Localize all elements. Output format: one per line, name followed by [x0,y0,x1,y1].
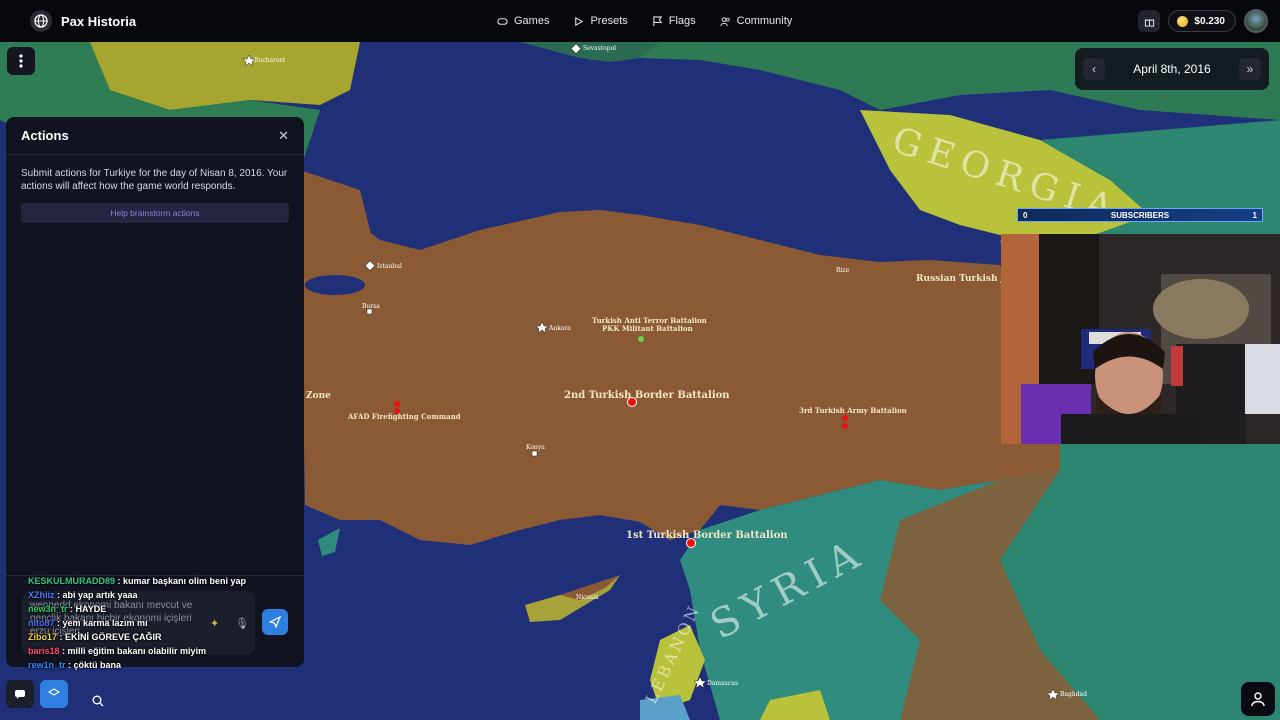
chat-message: baris18 : milli eğitim bakanı olabilir m… [28,646,207,656]
city-label: Konya [526,444,545,451]
search-button[interactable] [88,691,108,711]
city-label: Sevastopol [583,45,616,52]
stream-chat-overlay: KESKULMURADD89 : kumar başkanı olim beni… [28,574,268,672]
subscribers-label: SUBSCRIBERS [1110,210,1170,220]
city-label: Baghdad [1060,691,1087,698]
main-nav: Games Presets Flags Community [497,0,792,42]
kebab-menu-icon [19,54,23,68]
top-right-controls: $0.230 [1138,9,1268,33]
gift-icon [1144,19,1155,27]
globe-icon [30,10,52,32]
city-label: Nicosia [576,594,599,601]
chat-message: nito87 : yem karma lazım mı [28,618,148,628]
advance-time-button[interactable]: » [1238,58,1261,80]
player-button[interactable] [1241,682,1275,716]
unit-marker[interactable] [686,538,696,548]
city-label: Bursa [362,303,380,310]
search-icon [92,695,104,707]
layers-button[interactable] [40,680,68,708]
current-date: April 8th, 2016 [1133,62,1211,76]
nav-label: Presets [590,15,628,27]
unit-label[interactable]: 2nd Turkish Border Battalion [564,390,730,401]
chat-message: rew1n_tr : çöktü bana [28,660,122,670]
unit-label[interactable]: 3rd Turkish Army Battalion [799,406,907,415]
double-chevron-right-icon: » [1246,62,1254,76]
bottom-left-controls [6,680,68,708]
nav-label: Games [514,15,550,27]
subscribers-goal: 1 [1252,210,1257,220]
coin-icon [1177,15,1189,27]
unit-marker[interactable] [638,336,644,342]
unit-marker[interactable] [842,415,848,421]
top-bar: Pax Historia Games Presets Flags Communi… [0,0,1280,42]
panel-title: Actions [21,128,69,143]
city-label: Damascus [707,680,738,687]
nav-games[interactable]: Games [497,15,549,27]
person-icon [1251,692,1265,707]
subscribers-start: 0 [1023,210,1028,220]
city-label: Rize [836,267,850,274]
nav-flags[interactable]: Flags [652,15,696,27]
date-control: ‹ April 8th, 2016 » [1075,48,1269,90]
send-icon [269,616,281,628]
unit-label[interactable]: 1st Turkish Border Battalion [626,530,788,541]
nav-presets[interactable]: Presets [573,15,628,27]
game-screen: SYRIA GEORGIA LEBANON Bucharest Sevastop… [0,0,1280,720]
city-label: Ankara [548,325,571,332]
chat-message: new3n_tr : HAYDE [28,604,107,614]
chat-toggle-button[interactable] [6,680,34,708]
app-title: Pax Historia [61,13,137,29]
wallet-balance: $0.230 [1194,15,1225,27]
webcam-overlay [1001,234,1280,444]
unit-marker[interactable] [394,408,400,414]
layers-icon [48,688,60,696]
gift-button[interactable] [1138,10,1161,32]
nav-label: Flags [668,15,696,27]
panel-description: Submit actions for Turkiye for the day o… [21,168,288,192]
unit-marker[interactable] [394,401,400,407]
close-icon[interactable]: ✕ [278,128,289,144]
city-label: Istanbul [377,263,402,270]
app-logo[interactable]: Pax Historia [30,10,136,32]
subscribers-bar: 0 SUBSCRIBERS 1 [1017,208,1263,222]
city-label: Bucharest [254,57,286,64]
chat-message: Zibo17 : EKİNİ GÖREVE ÇAĞIR [28,632,162,642]
previous-day-button[interactable]: ‹ [1083,58,1105,80]
user-avatar[interactable] [1244,9,1268,33]
city-marker-konya[interactable] [531,450,538,457]
play-icon [575,16,584,26]
panel-header: Actions ✕ [6,117,304,155]
chevron-left-icon: ‹ [1092,62,1096,76]
unit-marker[interactable] [627,397,637,407]
unit-label[interactable]: PKK Militant Battalion [602,324,693,333]
flag-icon [653,15,662,26]
users-icon [720,16,730,26]
options-menu-button[interactable] [7,47,35,75]
chat-message: KESKULMURADD89 : kumar başkanı olim beni… [28,576,247,586]
brainstorm-actions-button[interactable]: Help brainstorm actions [21,203,289,223]
unit-marker[interactable] [842,423,848,429]
unit-label[interactable]: Zone [306,391,331,401]
chat-icon [15,690,25,699]
gamepad-icon [497,17,508,25]
unit-label[interactable]: AFAD Firefighting Command [347,412,461,421]
wallet-balance-button[interactable]: $0.230 [1168,10,1236,32]
chat-message: XZhiiz : abi yap artık yaaa [28,590,138,600]
nav-label: Community [736,15,793,27]
nav-community[interactable]: Community [720,15,793,27]
